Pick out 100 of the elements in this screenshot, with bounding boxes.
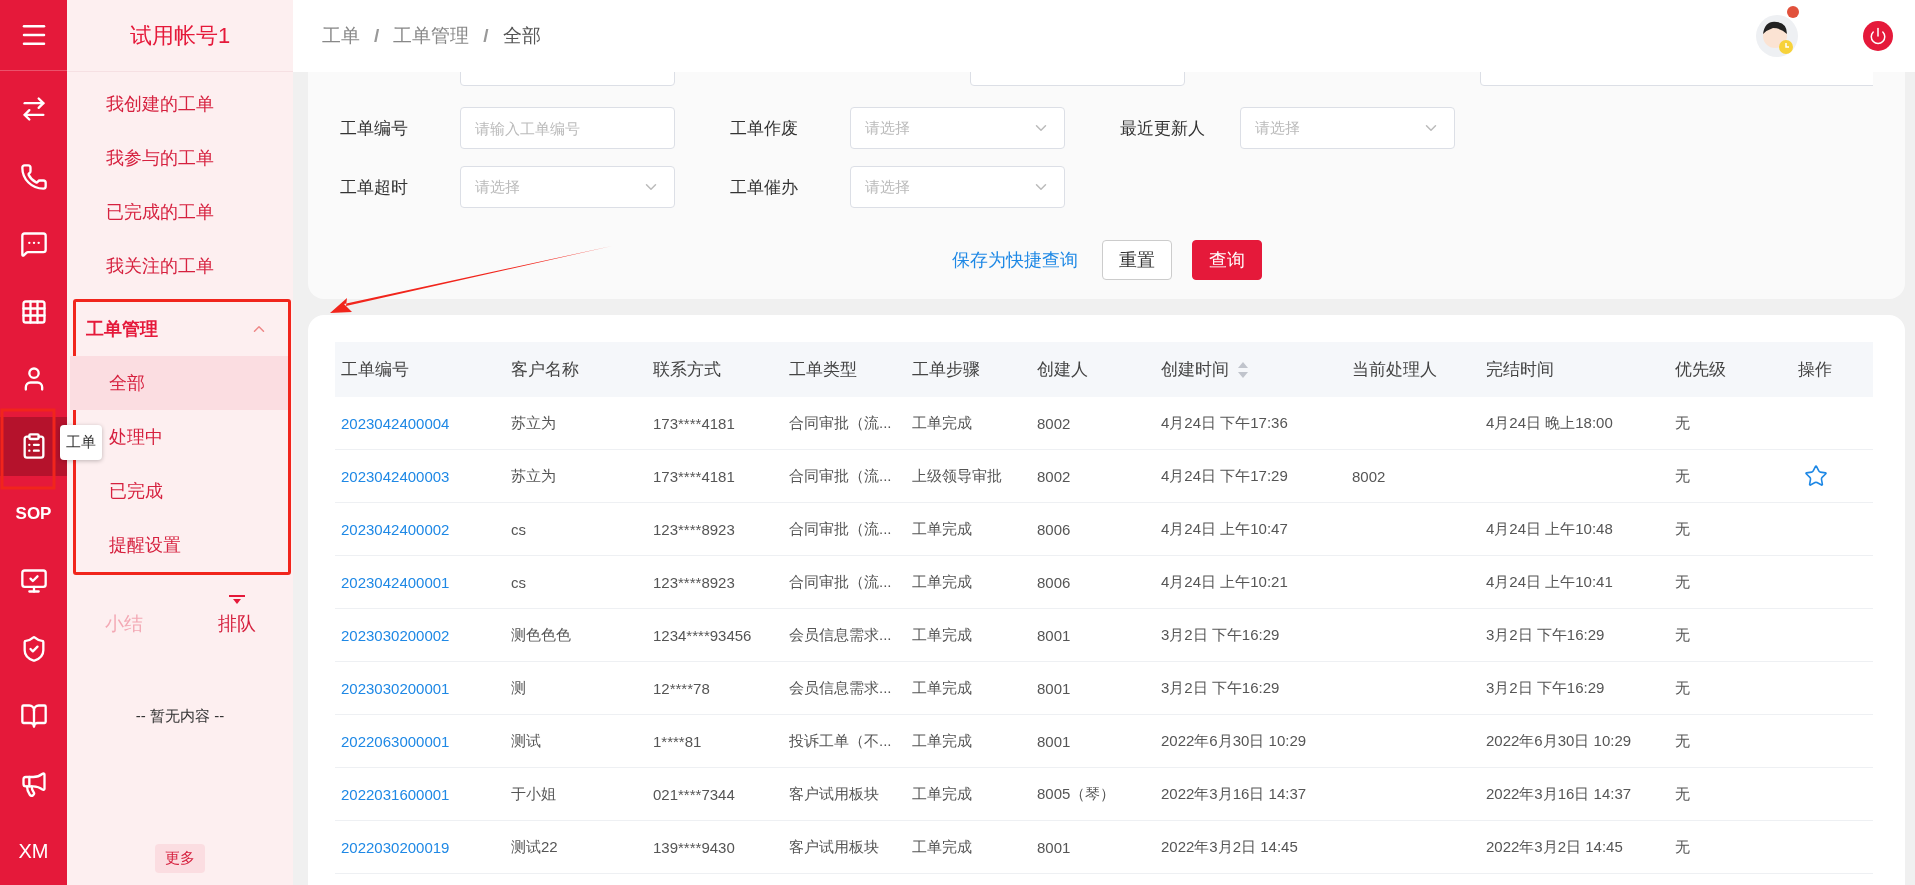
table-cell-text: 4月24日 晚上18:00 <box>1485 413 1614 433</box>
sidebar-item[interactable]: 我关注的工单 <box>67 239 293 293</box>
table-cell-text: 4月24日 下午17:36 <box>1160 413 1289 433</box>
table-cell-text: 工单完成 <box>911 413 973 433</box>
breadcrumb-link[interactable]: 工单 <box>322 23 360 49</box>
table-cell-text: 苏立为 <box>510 466 557 486</box>
column-header: 工单编号 <box>341 359 409 381</box>
table-cell-text: cs <box>510 520 527 538</box>
column-header: 联系方式 <box>653 359 721 381</box>
table-cell-text: 8001 <box>1036 626 1072 644</box>
sidebar-group-header[interactable]: 工单管理 <box>76 302 288 356</box>
more-button[interactable]: 更多 <box>155 844 205 873</box>
rail-button[interactable]: SOP <box>0 484 67 544</box>
table-cell-text: 客户试用板块 <box>788 784 880 804</box>
table-cell-text: 工单完成 <box>911 784 973 804</box>
sidebar-item[interactable]: 我参与的工单 <box>67 131 293 185</box>
table-cell-text: 2022年6月30日 10:29 <box>1160 731 1308 751</box>
table-cell-text: 2022年3月16日 14:37 <box>1485 784 1633 804</box>
table-cell-text: 8001 <box>1036 679 1072 697</box>
filter-label: 工单作废 <box>730 117 799 140</box>
table-cell-text: 8006 <box>1036 520 1072 538</box>
table-cell-text: 无 <box>1674 837 1691 857</box>
avatar-icon[interactable] <box>1755 14 1799 58</box>
search-button[interactable]: 查询 <box>1191 240 1262 280</box>
ticket-link[interactable]: 2022030200019 <box>335 838 505 856</box>
rail-button[interactable]: XM <box>0 821 67 881</box>
table-cell-text: 2022年3月2日 14:45 <box>1160 837 1299 857</box>
ticket-link[interactable]: 2022063000001 <box>335 732 505 750</box>
phone-icon <box>19 162 48 191</box>
sidebar-item[interactable]: 已完成的工单 <box>67 185 293 239</box>
table-cell-text: 无 <box>1674 519 1691 539</box>
sidebar-item[interactable]: 提醒设置 <box>70 518 288 572</box>
table-cell-text: 173****4181 <box>652 467 736 485</box>
table-cell-text: 8002 <box>1036 467 1072 485</box>
reset-button[interactable]: 重置 <box>1101 240 1172 280</box>
input-field[interactable]: 请输入工单编号 <box>460 107 675 149</box>
breadcrumb-separator: / <box>374 25 380 47</box>
table-cell-text: 12****78 <box>652 679 711 697</box>
power-button[interactable] <box>1863 21 1893 51</box>
table-cell-text: 4月24日 上午10:48 <box>1485 519 1614 539</box>
table-cell-text: 无 <box>1674 678 1691 698</box>
table-cell-text: cs <box>510 573 527 591</box>
table-cell-text: 173****4181 <box>652 414 736 432</box>
table-cell-text: 工单完成 <box>911 519 973 539</box>
table-cell-text: 会员信息需求... <box>788 625 893 645</box>
table-cell-text: 无 <box>1674 572 1691 592</box>
table-cell-text: 无 <box>1674 625 1691 645</box>
table-cell-text: 工单完成 <box>911 731 973 751</box>
ticket-link[interactable]: 2023030200002 <box>335 626 505 644</box>
table-cell-text: 3月2日 下午16:29 <box>1160 625 1281 645</box>
monitor-icon <box>19 567 48 596</box>
ticket-link[interactable]: 2022031600001 <box>335 785 505 803</box>
empty-text: -- 暂无内容 -- <box>134 707 226 726</box>
caret-down-icon <box>228 595 245 605</box>
table-cell-text: 8001 <box>1036 732 1072 750</box>
table-cell-text: 上级领导审批 <box>911 466 1003 486</box>
table-cell-text: 2022年3月16日 14:37 <box>1160 784 1308 804</box>
table-cell-text: 8002 <box>1351 467 1387 485</box>
ticket-link[interactable]: 2023030200001 <box>335 679 505 697</box>
table-cell-text: 测色色色 <box>510 625 572 645</box>
table-cell-text: 合同审批（流... <box>788 413 893 433</box>
account-title: 试用帐号1 <box>129 21 231 50</box>
save-query-link[interactable]: 保存为快捷查询 <box>951 248 1078 272</box>
breadcrumb-separator: / <box>483 25 489 47</box>
ticket-link[interactable]: 2023042400003 <box>335 467 505 485</box>
table-cell-text: 139****9430 <box>652 838 736 856</box>
table-cell-text: 4月24日 下午17:29 <box>1160 466 1289 486</box>
table-cell-text: 合同审批（流... <box>788 519 893 539</box>
table-cell-text: 会员信息需求... <box>788 678 893 698</box>
select-field[interactable]: 请选择 <box>850 166 1065 208</box>
tooltip: 工单 <box>60 425 102 460</box>
table-cell-text: 4月24日 上午10:41 <box>1485 572 1614 592</box>
table-cell-text: 无 <box>1674 784 1691 804</box>
table-cell-text: 1234****93456 <box>652 626 753 644</box>
ticket-link[interactable]: 2023042400004 <box>335 414 505 432</box>
table-cell-text: 1****81 <box>652 732 703 750</box>
select-field[interactable]: 请选择 <box>1240 107 1455 149</box>
sidebar-item[interactable]: 我创建的工单 <box>67 77 293 131</box>
table-cell-text: 8005（琴） <box>1036 784 1117 804</box>
sidebar-item[interactable]: 已完成 <box>70 464 288 518</box>
filter-label: 工单催办 <box>730 176 799 199</box>
table-cell-text: 8002 <box>1036 414 1072 432</box>
table-cell-text: 无 <box>1674 413 1691 433</box>
table-cell-text: 4月24日 上午10:21 <box>1160 572 1289 592</box>
select-field[interactable]: 请选择 <box>850 107 1065 149</box>
table-cell-text: 苏立为 <box>510 413 557 433</box>
star-icon[interactable] <box>1804 464 1828 488</box>
ticket-link[interactable]: 2023042400001 <box>335 573 505 591</box>
table-cell-text: 无 <box>1674 466 1691 486</box>
table-cell-text: 8001 <box>1036 838 1072 856</box>
select-field[interactable]: 请选择 <box>460 166 675 208</box>
filter-label: 工单编号 <box>340 117 409 140</box>
filter-label: 最近更新人 <box>1120 117 1206 140</box>
breadcrumb-link[interactable]: 工单管理 <box>393 23 470 49</box>
ticket-link[interactable]: 2023042400002 <box>335 520 505 538</box>
queue-tab[interactable]: 排队 <box>180 587 293 637</box>
column-header: 当前处理人 <box>1352 359 1437 381</box>
filter-label: 工单超时 <box>340 176 409 199</box>
column-header: 客户名称 <box>511 359 579 381</box>
sidebar-item[interactable]: 全部 <box>70 356 288 410</box>
